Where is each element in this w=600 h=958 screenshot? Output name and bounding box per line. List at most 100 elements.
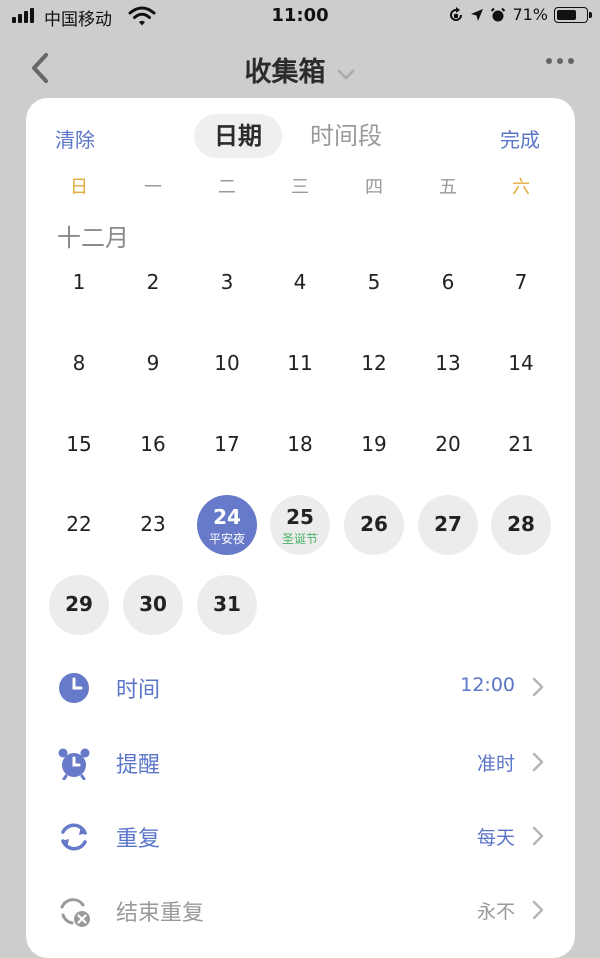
month-label: 十二月 [57, 224, 129, 252]
option-row[interactable]: 提醒 准时 [26, 732, 575, 792]
weekday-label: 三 [291, 177, 309, 198]
calendar-day[interactable]: 2 [123, 253, 183, 313]
chevron-right-icon [532, 752, 544, 772]
day-number: 21 [508, 432, 534, 456]
day-number: 14 [508, 351, 534, 375]
day-number: 2 [146, 270, 160, 294]
date-picker-card: 清除 日期 时间段 完成 日一二三四五六 十二月 1 2 3 4 5 6 7 8 9 10 11 12… [26, 98, 575, 958]
option-value: 准时 [476, 753, 515, 775]
day-number: 30 [139, 592, 167, 616]
option-label: 重复 [116, 827, 161, 852]
option-value: 每天 [476, 827, 515, 849]
calendar-day[interactable]: 11 [270, 334, 330, 394]
option-row[interactable]: 重复 每天 [26, 806, 575, 866]
chevron-right-icon [532, 900, 544, 920]
option-label: 提醒 [116, 753, 161, 778]
day-festival-label: 平安夜 [208, 532, 245, 546]
calendar-day[interactable]: 5 [344, 253, 404, 313]
calendar-day[interactable]: 8 [49, 334, 109, 394]
weekday-header: 日一二三四五六 [26, 173, 575, 203]
chevron-down-icon [337, 69, 354, 80]
calendar-day[interactable]: 14 [491, 334, 551, 394]
calendar-day[interactable]: 12 [344, 334, 404, 394]
day-number: 12 [361, 351, 387, 375]
more-options-icon[interactable] [546, 58, 574, 64]
calendar-day[interactable]: 17 [197, 415, 257, 475]
tab-date[interactable]: 日期 [194, 114, 282, 158]
day-number: 17 [214, 432, 240, 456]
option-row[interactable]: 时间 12:00 [26, 657, 575, 717]
calendar-day[interactable]: 25 圣诞节 [270, 495, 330, 555]
calendar-day[interactable]: 23 [123, 495, 183, 555]
calendar-day[interactable]: 18 [270, 415, 330, 475]
clock-icon [59, 673, 89, 703]
calendar-day[interactable]: 31 [197, 575, 257, 635]
day-number: 7 [514, 270, 528, 294]
battery-icon [554, 6, 592, 23]
calendar-day[interactable]: 27 [418, 495, 478, 555]
calendar-day[interactable]: 24 平安夜 [197, 495, 257, 555]
screen-lock-icon [450, 6, 463, 21]
day-number: 8 [72, 351, 86, 375]
calendar-day[interactable]: 10 [197, 334, 257, 394]
weekday-label: 四 [365, 177, 383, 198]
option-row[interactable]: 结束重复 永不 [26, 880, 575, 940]
tab-time-range[interactable]: 时间段 [290, 114, 402, 158]
calendar-day[interactable]: 22 [49, 495, 109, 555]
day-number: 19 [361, 432, 387, 456]
option-value: 12:00 [460, 674, 515, 696]
calendar-day[interactable]: 15 [49, 415, 109, 475]
calendar-day[interactable]: 1 [49, 253, 109, 313]
calendar-day[interactable]: 4 [270, 253, 330, 313]
day-number: 9 [146, 351, 160, 375]
calendar-day[interactable]: 9 [123, 334, 183, 394]
day-number: 20 [435, 432, 461, 456]
repeat-icon [61, 823, 87, 851]
page-title[interactable]: 收集箱 [0, 50, 600, 89]
weekday-label: 一 [144, 177, 162, 198]
calendar-day[interactable]: 13 [418, 334, 478, 394]
status-bar: 中国移动 11:00 71% [0, 0, 600, 34]
day-number: 22 [66, 512, 92, 536]
clear-button[interactable]: 清除 [55, 124, 95, 153]
day-number: 3 [220, 270, 234, 294]
calendar-day[interactable]: 19 [344, 415, 404, 475]
calendar-day[interactable]: 28 [491, 495, 551, 555]
day-number: 26 [360, 512, 388, 536]
wifi-icon [128, 6, 156, 26]
battery-percent: 71% [512, 5, 548, 24]
calendar-day[interactable]: 16 [123, 415, 183, 475]
option-label: 时间 [116, 678, 161, 703]
calendar-day[interactable]: 6 [418, 253, 478, 313]
calendar-day[interactable]: 30 [123, 575, 183, 635]
day-number: 11 [287, 351, 313, 375]
calendar-day[interactable]: 7 [491, 253, 551, 313]
day-number: 6 [441, 270, 455, 294]
day-number: 4 [293, 270, 307, 294]
day-number: 31 [213, 592, 241, 616]
day-festival-label: 圣诞节 [281, 532, 318, 546]
weekday-label: 五 [439, 177, 457, 198]
signal-icon [12, 8, 34, 23]
calendar-day[interactable]: 20 [418, 415, 478, 475]
calendar-day[interactable]: 3 [197, 253, 257, 313]
weekday-label: 六 [512, 177, 530, 198]
day-number: 5 [367, 270, 381, 294]
calendar-day[interactable]: 26 [344, 495, 404, 555]
alarm-status-icon [491, 7, 506, 21]
day-number: 25 [286, 505, 314, 529]
day-number: 24 [213, 505, 241, 529]
day-number: 18 [287, 432, 313, 456]
day-number: 15 [66, 432, 92, 456]
day-number: 10 [214, 351, 240, 375]
day-number: 27 [434, 512, 462, 536]
calendar-day[interactable]: 29 [49, 575, 109, 635]
option-value: 永不 [476, 901, 515, 923]
done-button[interactable]: 完成 [500, 124, 540, 153]
option-label: 结束重复 [116, 901, 205, 926]
carrier-label: 中国移动 [44, 10, 112, 30]
calendar-day[interactable]: 21 [491, 415, 551, 475]
day-number: 29 [65, 592, 93, 616]
weekday-label: 二 [218, 177, 236, 198]
day-number: 13 [435, 351, 461, 375]
